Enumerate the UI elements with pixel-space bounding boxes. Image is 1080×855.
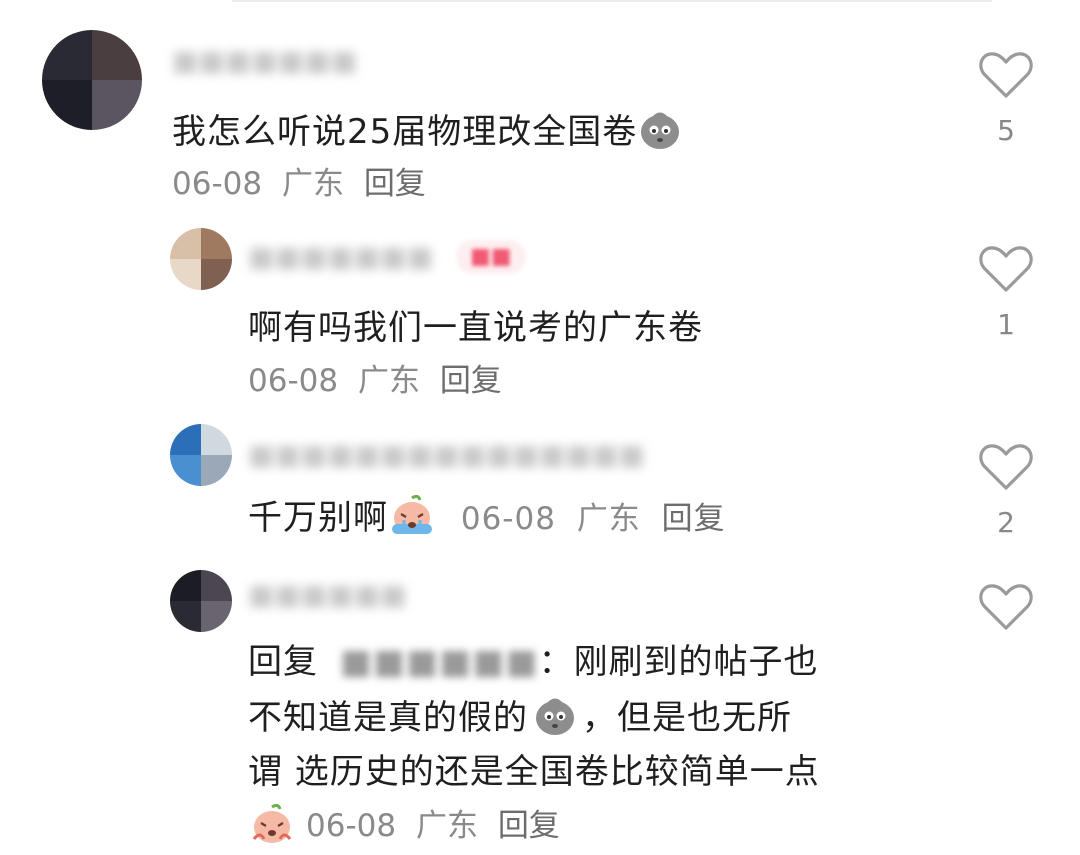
comment-location: 广东 [415, 808, 478, 844]
comment-date: 06-08 [248, 363, 339, 399]
comment-text-line1: 刚刷到的帖子也 [573, 642, 819, 682]
like-button[interactable] [976, 582, 1036, 632]
comment-date: 06-08 [172, 166, 263, 202]
like-button[interactable]: 1 [976, 244, 1036, 341]
like-button[interactable]: 5 [976, 50, 1036, 147]
comment-location: 广东 [576, 501, 641, 537]
username-blur: ■■■■■■ [248, 578, 407, 611]
reply-prefix: 回复 [248, 642, 318, 682]
username-blur: ■■■■■■■ [248, 240, 434, 273]
comment-text: 我怎么听说25届物理改全国卷 [172, 104, 683, 161]
grey-sad-face-icon [532, 692, 578, 747]
comment-meta: 06-08 广东 回复 [450, 501, 726, 537]
comment-location: 广东 [357, 363, 420, 399]
avatar-pixel [42, 30, 92, 80]
comment-text-content: 啊有吗我们一直说考的广东卷 [248, 308, 703, 348]
heart-icon [979, 584, 1033, 630]
reply-button[interactable]: 回复 [662, 501, 726, 537]
avatar[interactable] [42, 30, 142, 130]
quoted-suffix: ： [538, 642, 574, 682]
avatar-pixel [201, 570, 232, 601]
comment-date: 06-08 [306, 808, 397, 844]
comment-date: 06-08 [460, 501, 556, 537]
avatar-pixel [201, 455, 232, 486]
like-count: 2 [997, 506, 1015, 539]
comment-text: 千万别啊 06-08 广东 回复 [248, 490, 726, 547]
avatar[interactable] [170, 570, 232, 632]
reply-button[interactable]: 回复 [364, 166, 426, 202]
comment-text-line2a: 不知道是真的假的 [248, 698, 528, 738]
like-count: 5 [997, 114, 1015, 147]
comment-text-line2b: ，但是也无所 [582, 698, 792, 738]
avatar-pixel [170, 601, 201, 632]
avatar-pixel [201, 601, 232, 632]
avatar-pixel [201, 228, 232, 259]
comment-text-line-3: 谓 选历史的还是全国卷比较简单一点 [248, 744, 820, 793]
quoted-username[interactable]: ■■■■■■ [340, 642, 539, 682]
username-obscured[interactable]: ■■■■■■■■■■■■■■■ [248, 438, 645, 472]
divider-top [232, 0, 992, 2]
comment-meta: 06-08 广东 回复 [172, 158, 426, 203]
avatar-pixel [170, 259, 201, 290]
avatar-pixel [170, 228, 201, 259]
avatar[interactable] [170, 228, 232, 290]
avatar-pixel [170, 424, 201, 455]
grey-sad-face-icon [637, 106, 683, 161]
avatar-pixel [170, 455, 201, 486]
heart-icon [979, 444, 1033, 490]
comment-text-line3: 谓 选历史的还是全国卷比较简单一点 [248, 752, 820, 792]
username-obscured[interactable]: ■■■■■■ [248, 578, 407, 612]
author-tag: ■■ [456, 240, 526, 274]
username-blur: ■■■■■■■ [172, 44, 358, 77]
comment-text-line-1: 回复 ■■■■■■：刚刷到的帖子也 [248, 634, 819, 683]
comment-text-content: 我怎么听说25届物理改全国卷 [172, 112, 638, 152]
username-blur: ■■■■■■■■■■■■■■■ [248, 438, 645, 471]
like-button[interactable]: 2 [976, 442, 1036, 539]
avatar-pixel [170, 570, 201, 601]
comment-text: 啊有吗我们一直说考的广东卷 [248, 300, 703, 349]
comment-meta: 06-08 广东 回复 [248, 800, 560, 855]
like-count: 1 [997, 308, 1015, 341]
reply-button[interactable]: 回复 [440, 363, 502, 399]
cheering-peach-icon [248, 801, 296, 855]
reply-button[interactable]: 回复 [498, 808, 560, 844]
avatar[interactable] [170, 424, 232, 486]
avatar-pixel [42, 80, 92, 130]
heart-icon [979, 52, 1033, 98]
username-obscured[interactable]: ■■■■■■■ [172, 44, 357, 78]
username-obscured[interactable]: ■■■■■■■ [248, 240, 433, 274]
avatar-pixel [92, 80, 142, 130]
comment-location: 广东 [281, 166, 344, 202]
avatar-pixel [201, 259, 232, 290]
comment-text-line-2: 不知道是真的假的 ，但是也无所 [248, 690, 792, 747]
crying-peach-icon [388, 492, 436, 547]
avatar-pixel [201, 424, 232, 455]
comment-meta: 06-08 广东 回复 [248, 355, 502, 400]
comment-text-content: 千万别啊 [248, 498, 388, 538]
avatar-pixel [92, 30, 142, 80]
heart-icon [979, 246, 1033, 292]
